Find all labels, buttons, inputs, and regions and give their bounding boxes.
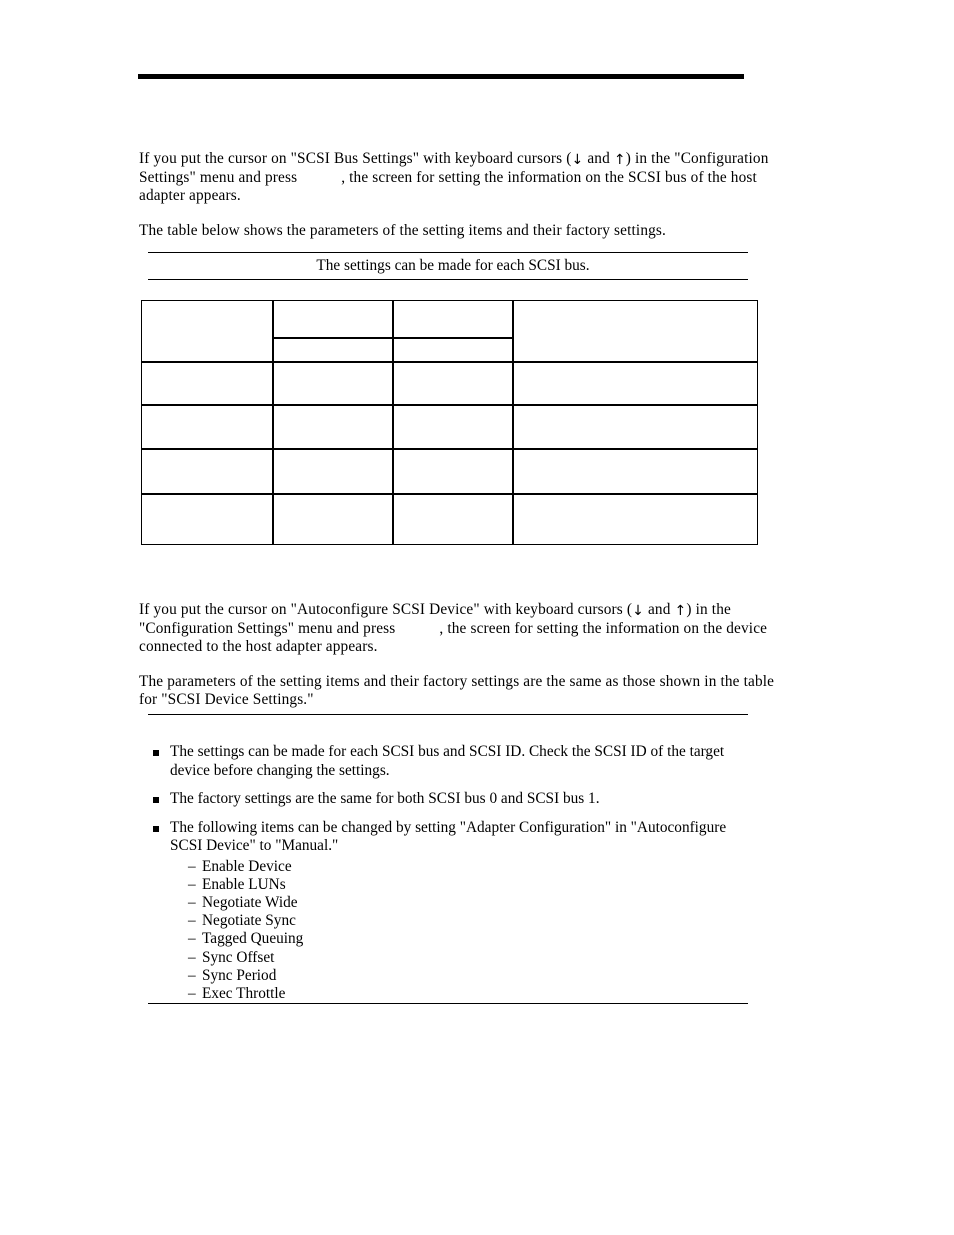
autoconfigure-scsi-device-section: If you put the cursor on "Autoconfigure … [139, 601, 779, 719]
list-item: The factory settings are the same for bo… [148, 790, 748, 809]
scsi-bus-settings-note-text: The settings can be made for each SCSI b… [316, 257, 590, 274]
dash-marker: – [188, 984, 196, 1002]
autoconfigure-note-body: The settings can be made for each SCSI b… [148, 715, 748, 1011]
list-item: – Negotiate Sync [188, 912, 748, 930]
arrow-up-icon: ↑ [613, 152, 626, 168]
autoconfigure-note-box: The settings can be made for each SCSI b… [148, 714, 748, 1004]
dash-marker: – [188, 966, 196, 984]
square-bullet-icon [153, 797, 159, 803]
bullet-text: The following items can be changed by se… [170, 818, 727, 855]
autoconfig-text-between: and [644, 601, 675, 618]
sub-item-label: Enable LUNs [202, 875, 286, 893]
table-header-subdivider [272, 337, 513, 339]
scsi-bus-settings-note-box: The settings can be made for each SCSI b… [148, 252, 748, 280]
sub-item-label: Enable Device [202, 857, 292, 875]
square-bullet-icon [153, 750, 159, 756]
sub-item-label: Negotiate Wide [202, 893, 298, 911]
scsi-bus-settings-intro-paragraph: If you put the cursor on "SCSI Bus Setti… [139, 150, 769, 206]
list-item: – Sync Period [188, 967, 748, 985]
autoconfigure-note-bullet-list: The settings can be made for each SCSI b… [148, 743, 748, 1003]
dash-marker: – [188, 930, 196, 948]
table-row-divider-1 [142, 361, 757, 363]
bullet-text: The factory settings are the same for bo… [170, 790, 600, 807]
list-item: The settings can be made for each SCSI b… [148, 743, 748, 780]
dash-marker: – [188, 857, 196, 875]
list-item: – Enable Device [188, 858, 748, 876]
page-header-rule [138, 74, 744, 79]
sub-item-label: Sync Offset [202, 948, 275, 966]
sub-item-label: Tagged Queuing [202, 930, 304, 948]
list-item: – Negotiate Wide [188, 894, 748, 912]
scsi-bus-settings-section: If you put the cursor on "SCSI Bus Setti… [139, 150, 769, 249]
arrow-down-icon: ↓ [571, 152, 584, 168]
arrow-down-icon: ↓ [632, 603, 645, 619]
square-bullet-icon [153, 825, 159, 832]
table-intro-paragraph: The table below shows the parameters of … [139, 221, 667, 239]
bullet-text: The settings can be made for each SCSI b… [170, 743, 725, 779]
document-page: If you put the cursor on "SCSI Bus Setti… [0, 0, 954, 1235]
dash-marker: – [188, 948, 196, 966]
dash-marker: – [188, 912, 196, 930]
list-item: – Tagged Queuing [188, 930, 748, 948]
intro-text-between: and [583, 150, 614, 167]
scsi-bus-settings-parameter-table [141, 300, 758, 545]
sub-item-label: Negotiate Sync [202, 912, 296, 930]
intro-text-part1: If you put the cursor on "SCSI Bus Setti… [139, 150, 572, 167]
table-row-divider-3 [142, 448, 757, 450]
sub-item-label: Exec Throttle [202, 984, 286, 1002]
list-item: – Sync Offset [188, 949, 748, 967]
list-item: – Enable LUNs [188, 876, 748, 894]
table-row-divider-4 [142, 493, 757, 495]
manual-changeable-items-list: – Enable Device – Enable LUNs – Negotiat… [170, 858, 748, 1004]
arrow-up-icon: ↑ [674, 603, 687, 619]
autoconfig-text-part1: If you put the cursor on "Autoconfigure … [139, 601, 633, 618]
list-item: – Exec Throttle [188, 985, 748, 1003]
sub-item-label: Sync Period [202, 966, 277, 984]
dash-marker: – [188, 893, 196, 911]
list-item: The following items can be changed by se… [148, 819, 748, 1004]
table-row-divider-2 [142, 404, 757, 406]
autoconfigure-params-paragraph: The parameters of the setting items and … [139, 672, 775, 709]
autoconfigure-intro-paragraph: If you put the cursor on "Autoconfigure … [139, 601, 779, 657]
dash-marker: – [188, 875, 196, 893]
